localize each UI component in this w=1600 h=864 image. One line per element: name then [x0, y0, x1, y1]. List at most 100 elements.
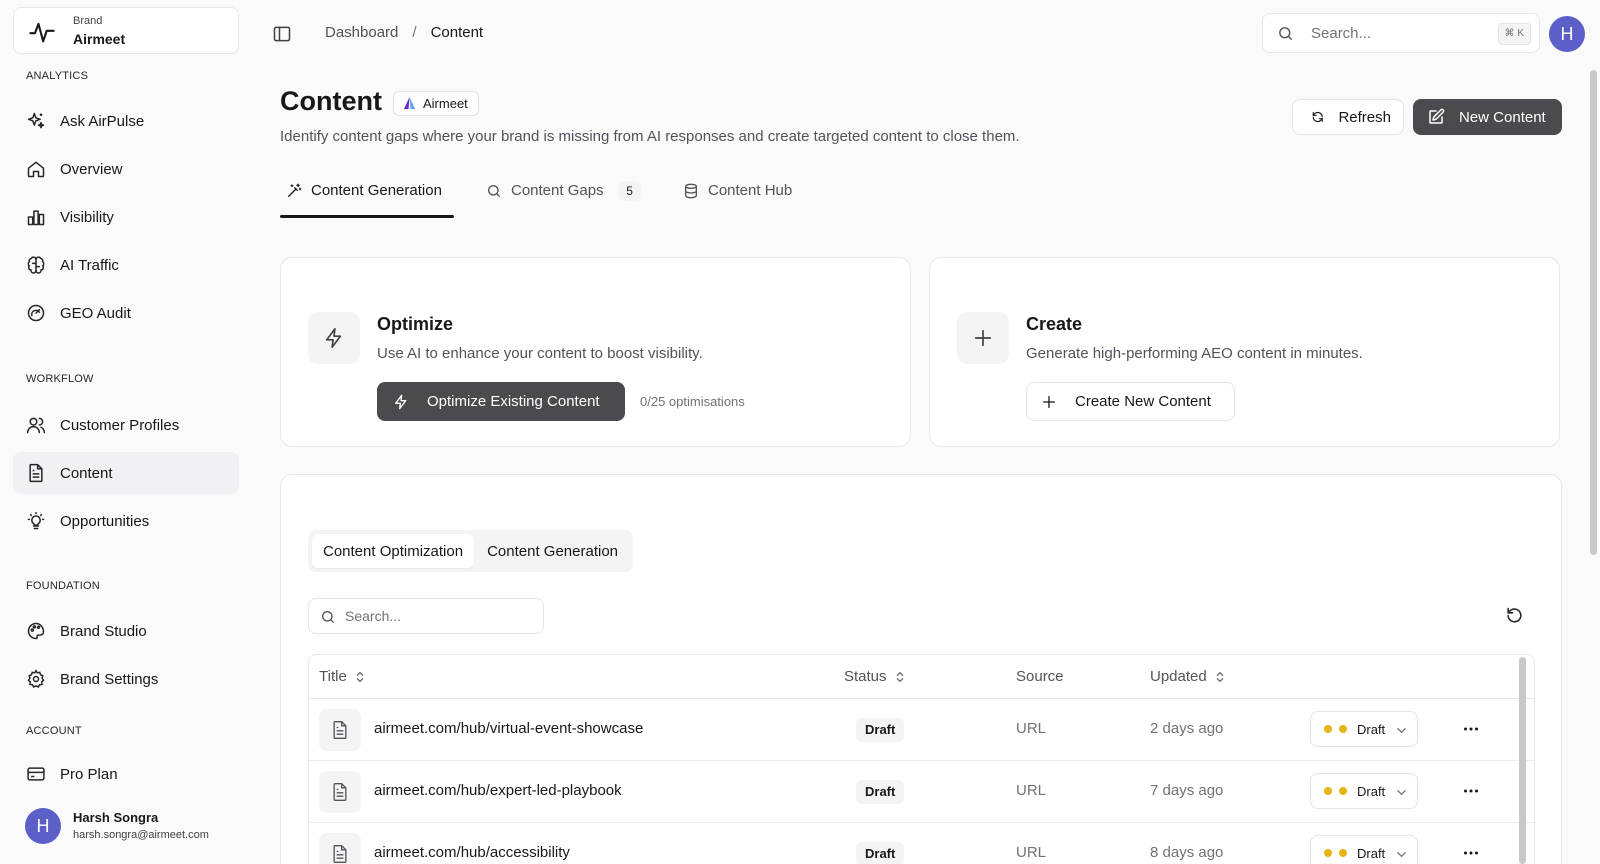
row-updated: 8 days ago: [1150, 844, 1224, 861]
status-dot: [1324, 725, 1332, 733]
tab-label: Content Generation: [311, 182, 442, 199]
column-header-title[interactable]: Title: [319, 668, 366, 685]
optimize-existing-content-button[interactable]: Optimize Existing Content: [377, 382, 625, 421]
credit-card-icon: [26, 764, 46, 784]
brand-name: Airmeet: [73, 31, 126, 47]
sidebar-item-content[interactable]: Content: [13, 452, 239, 494]
sidebar-item-brand-studio[interactable]: Brand Studio: [13, 610, 239, 652]
segment-content-generation[interactable]: Content Generation: [476, 534, 629, 568]
sort-icon: [894, 670, 906, 684]
sidebar-item-brand-settings[interactable]: Brand Settings: [13, 658, 239, 700]
brand-pill: Airmeet: [393, 91, 479, 116]
more-options-icon[interactable]: [1463, 721, 1479, 737]
row-updated: 7 days ago: [1150, 782, 1224, 799]
lightning-icon: [393, 394, 409, 410]
tab-content-gaps[interactable]: Content Gaps 5: [486, 178, 641, 218]
optimize-description: Use AI to enhance your content to boost …: [377, 345, 703, 362]
reset-icon[interactable]: [1505, 606, 1524, 625]
sidebar-item-label: Customer Profiles: [60, 416, 180, 434]
file-text-icon: [330, 782, 350, 802]
chevron-down-icon: [1396, 725, 1407, 736]
global-search-input[interactable]: Search... ⌘ K: [1262, 13, 1540, 53]
create-tile: [957, 312, 1009, 364]
row-title[interactable]: airmeet.com/hub/accessibility: [374, 844, 570, 861]
column-header-label: Updated: [1150, 668, 1207, 685]
chevron-down-icon: [1396, 849, 1407, 860]
create-button-label: Create New Content: [1075, 393, 1211, 410]
brand-switcher[interactable]: Brand Airmeet: [13, 7, 239, 54]
table-search-placeholder: Search...: [345, 608, 402, 624]
document-tile: [319, 771, 361, 813]
sidebar-item-pro-plan[interactable]: Pro Plan: [13, 753, 239, 795]
table-header: Title Status Source Updated: [309, 655, 1534, 699]
table-row[interactable]: airmeet.com/hub/expert-led-playbook Draf…: [309, 761, 1534, 823]
sidebar-item-ai-traffic[interactable]: AI Traffic: [13, 244, 239, 286]
section-label-foundation: FOUNDATION: [26, 580, 100, 592]
content-table-card: Content Optimization Content Generation …: [280, 474, 1562, 864]
palette-icon: [26, 621, 46, 641]
table-row[interactable]: airmeet.com/hub/virtual-event-showcase D…: [309, 699, 1534, 761]
table-search-input[interactable]: Search...: [308, 598, 544, 634]
tab-content-hub[interactable]: Content Hub: [683, 178, 792, 218]
table-row[interactable]: airmeet.com/hub/accessibility Draft URL …: [309, 823, 1534, 864]
file-text-icon: [330, 720, 350, 740]
sidebar-item-label: GEO Audit: [60, 304, 131, 322]
tab-label: Content Gaps: [511, 182, 604, 199]
breadcrumb-content: Content: [430, 24, 484, 41]
lightbulb-icon: [26, 511, 46, 531]
segment-content-optimization[interactable]: Content Optimization: [312, 534, 475, 568]
column-header-status[interactable]: Status: [844, 668, 906, 685]
status-dropdown[interactable]: Draft: [1310, 835, 1418, 864]
status-dropdown[interactable]: Draft: [1310, 773, 1418, 809]
table-scrollbar[interactable]: [1519, 657, 1526, 864]
column-header-label: Title: [319, 668, 347, 685]
sidebar-item-label: Opportunities: [60, 512, 150, 530]
row-title[interactable]: airmeet.com/hub/expert-led-playbook: [374, 782, 622, 799]
create-new-content-button[interactable]: Create New Content: [1026, 382, 1235, 421]
create-title: Create: [1026, 314, 1083, 334]
page-scrollbar[interactable]: [1590, 70, 1597, 555]
shortcut-badge: ⌘ K: [1497, 23, 1531, 45]
create-card: Create Generate high-performing AEO cont…: [929, 257, 1560, 447]
brain-icon: [26, 255, 46, 275]
sidebar-item-label: Pro Plan: [60, 765, 118, 783]
status-dot: [1339, 787, 1347, 795]
sort-icon: [1214, 670, 1226, 684]
breadcrumb-separator: /: [412, 24, 417, 41]
column-header-label: Source: [1016, 668, 1064, 685]
sidebar-item-overview[interactable]: Overview: [13, 148, 239, 190]
sidebar-item-ask-airpulse[interactable]: Ask AirPulse: [13, 100, 239, 142]
status-dropdown[interactable]: Draft: [1310, 711, 1418, 747]
page-title: Content: [280, 86, 382, 116]
brand-caption: Brand: [73, 15, 103, 27]
sidebar-item-geo-audit[interactable]: GEO Audit: [13, 292, 239, 334]
search-icon: [1277, 25, 1294, 42]
document-tile: [319, 833, 361, 864]
user-name: Harsh Songra: [73, 810, 159, 825]
lightning-icon: [323, 327, 345, 349]
breadcrumb-dashboard[interactable]: Dashboard: [325, 24, 398, 41]
row-updated: 2 days ago: [1150, 720, 1224, 737]
gauge-icon: [26, 303, 46, 323]
refresh-button[interactable]: Refresh: [1292, 99, 1404, 135]
sidebar-item-label: Visibility: [60, 208, 114, 226]
sidebar-toggle-icon[interactable]: [272, 24, 292, 44]
tab-content-generation[interactable]: Content Generation: [286, 178, 442, 218]
new-content-button[interactable]: New Content: [1413, 99, 1562, 135]
avatar[interactable]: H: [1549, 16, 1585, 52]
status-dot: [1339, 849, 1347, 857]
sidebar-item-customer-profiles[interactable]: Customer Profiles: [13, 404, 239, 446]
more-options-icon[interactable]: [1463, 783, 1479, 799]
status-badge: Draft: [856, 780, 905, 804]
optimize-tile: [308, 312, 360, 364]
column-header-updated[interactable]: Updated: [1150, 668, 1226, 685]
row-title[interactable]: airmeet.com/hub/virtual-event-showcase: [374, 720, 643, 737]
more-options-icon[interactable]: [1463, 845, 1479, 861]
content-gaps-count-badge: 5: [618, 181, 641, 201]
user-profile[interactable]: H Harsh Songra harsh.songra@airmeet.com: [25, 808, 245, 854]
sidebar-item-opportunities[interactable]: Opportunities: [13, 500, 239, 542]
database-icon: [683, 183, 699, 199]
sidebar-item-label: AI Traffic: [60, 256, 119, 274]
status-badge: Draft: [856, 842, 905, 864]
sidebar-item-visibility[interactable]: Visibility: [13, 196, 239, 238]
